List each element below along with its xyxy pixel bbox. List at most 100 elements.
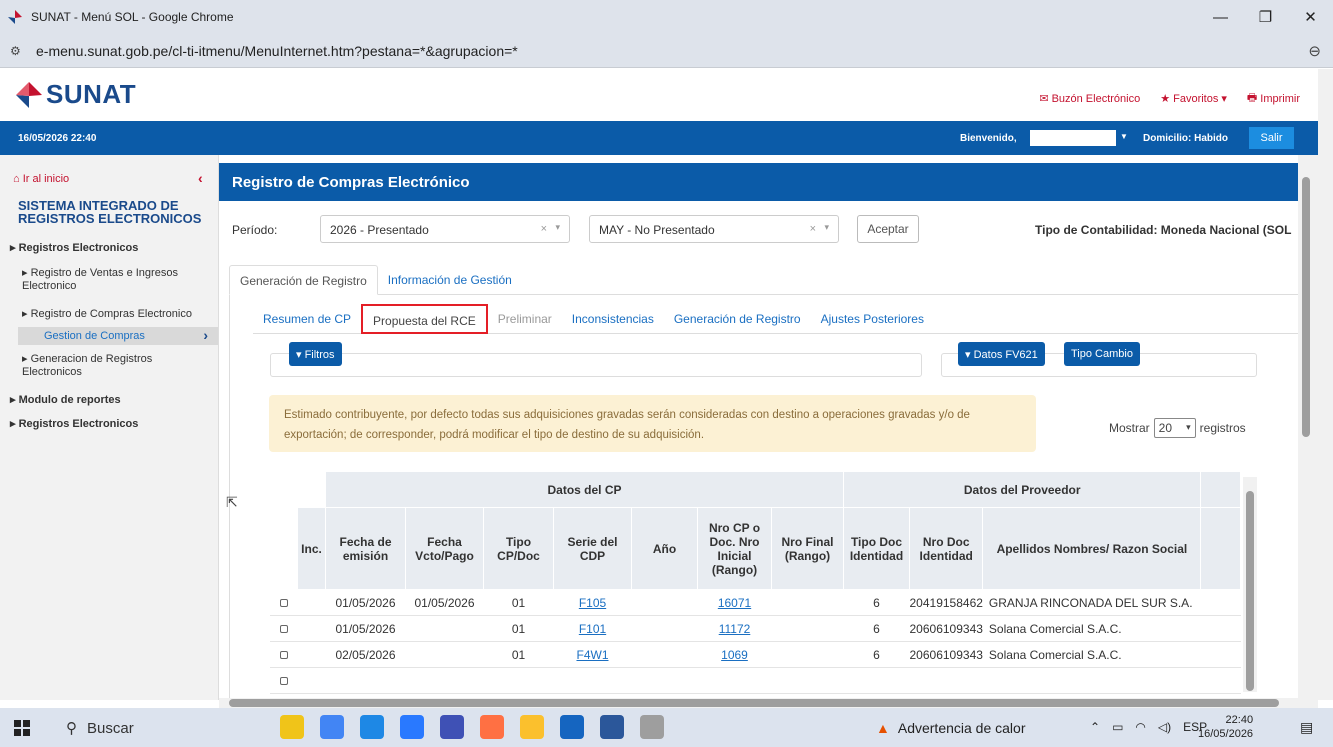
row-checkbox[interactable]	[269, 641, 298, 668]
sidebar-item-gestion-compras[interactable]: Gestion de Compras ›	[18, 327, 218, 345]
favoritos-link[interactable]: ★ Favoritos ▾	[1160, 89, 1227, 108]
notifications-icon[interactable]: ▤	[1300, 719, 1313, 736]
checkbox-icon[interactable]	[279, 676, 288, 685]
copilot-icon[interactable]	[280, 715, 304, 739]
tipo-cambio-button[interactable]: Tipo Cambio	[1064, 342, 1140, 366]
col-nro-cp[interactable]: Nro CP o Doc. Nro Inicial (Rango)	[697, 507, 772, 590]
paint-icon[interactable]	[640, 715, 664, 739]
chevron-down-icon[interactable]: ▾	[824, 222, 829, 233]
vscode-icon[interactable]	[400, 715, 424, 739]
restore-button[interactable]: ❐	[1243, 0, 1288, 34]
sidebar-item-registros[interactable]: ▸ Registros Electronicos	[10, 241, 138, 254]
tab-resumen-cp[interactable]: Resumen de CP	[253, 304, 361, 334]
col-tipo-cp[interactable]: Tipo CP/Doc	[483, 507, 554, 590]
collapse-sidebar-icon[interactable]: ‹	[198, 170, 203, 186]
sidebar-item-compras[interactable]: ▸ Registro de Compras Electronico	[22, 307, 192, 320]
site-settings-icon[interactable]: ⚙	[10, 44, 30, 58]
cell-nro-cp-link[interactable]: 1069	[697, 641, 772, 668]
col-nro-final[interactable]: Nro Final (Rango)	[771, 507, 844, 590]
chevron-up-icon[interactable]: ⌃	[1090, 720, 1100, 734]
tab-generacion-registro-sub[interactable]: Generación de Registro	[664, 304, 811, 334]
scrollbar-thumb[interactable]	[1246, 491, 1254, 691]
sunat-logo[interactable]: SUNAT	[14, 79, 136, 110]
tab-inconsistencias[interactable]: Inconsistencias	[562, 304, 664, 334]
wifi-icon[interactable]: ◠	[1135, 720, 1145, 734]
logout-button[interactable]: Salir	[1249, 127, 1294, 149]
windows-start-icon[interactable]	[14, 720, 30, 736]
file-explorer-icon[interactable]	[360, 715, 384, 739]
url-text[interactable]: e-menu.sunat.gob.pe/cl-ti-itmenu/MenuInt…	[36, 43, 518, 59]
col-fecha-vcto[interactable]: Fecha Vcto/Pago	[405, 507, 484, 590]
home-link[interactable]: ⌂ Ir al inicio	[13, 173, 69, 185]
tab-preliminar[interactable]: Preliminar	[488, 304, 562, 334]
checkbox-icon[interactable]	[279, 598, 288, 607]
sticky-notes-icon[interactable]	[520, 715, 544, 739]
minimize-button[interactable]: —	[1198, 0, 1243, 34]
sidebar-item-reportes[interactable]: ▸ Modulo de reportes	[10, 393, 121, 406]
heat-warning[interactable]: ▲ Advertencia de calor	[876, 720, 1026, 736]
buzon-link[interactable]: ✉ Buzón Electrónico	[1039, 89, 1140, 108]
month-select[interactable]: MAY - No Presentado × ▾	[589, 215, 839, 243]
cell-serie-link[interactable]: F4W1	[553, 641, 632, 668]
close-button[interactable]: ✕	[1288, 0, 1333, 34]
table-vertical-scrollbar[interactable]	[1243, 477, 1257, 692]
page-size-select[interactable]: 20 ▾	[1153, 418, 1196, 438]
table-row[interactable]: 01/05/2026 01 F101 11172 6 20606109343 S…	[269, 615, 1241, 642]
address-bar[interactable]: ⚙ e-menu.sunat.gob.pe/cl-ti-itmenu/MenuI…	[0, 34, 1333, 68]
table-row[interactable]	[269, 667, 1241, 694]
filtros-button[interactable]: ▾ Filtros	[289, 342, 342, 366]
col-razon-social[interactable]: Apellidos Nombres/ Razon Social	[982, 507, 1202, 590]
chrome-icon[interactable]	[320, 715, 344, 739]
user-menu-caret-icon[interactable]: ▼	[1120, 132, 1128, 141]
content-vertical-scrollbar[interactable]	[1298, 155, 1318, 700]
volume-icon[interactable]: ◁)	[1158, 720, 1171, 734]
table-row[interactable]: 01/05/2026 01/05/2026 01 F105 16071 6 20…	[269, 589, 1241, 616]
horizontal-scrollbar[interactable]	[219, 698, 1318, 708]
row-checkbox[interactable]	[269, 667, 298, 694]
cell-fecha-emision: 01/05/2026	[325, 615, 406, 642]
imprimir-link[interactable]: 🖶 Imprimir	[1247, 89, 1300, 108]
checkbox-icon[interactable]	[279, 650, 288, 659]
tab-generacion-registro[interactable]: Generación de Registro	[229, 265, 378, 295]
tab-propuesta-rce[interactable]: Propuesta del RCE	[361, 304, 488, 334]
taskbar-clock[interactable]: 22:40 16/05/2026	[1198, 713, 1253, 741]
user-name-redacted[interactable]	[1030, 130, 1116, 146]
datos-fv621-button[interactable]: ▾ Datos FV621	[958, 342, 1045, 366]
taskbar-search[interactable]: ⚲ Buscar	[66, 719, 134, 738]
table-row[interactable]: 02/05/2026 01 F4W1 1069 6 20606109343 So…	[269, 641, 1241, 668]
checkbox-icon[interactable]	[279, 624, 288, 633]
col-serie[interactable]: Serie del CDP	[553, 507, 632, 590]
cell-serie-link[interactable]: F101	[553, 615, 632, 642]
col-inc[interactable]: Inc.	[297, 507, 326, 590]
col-tipo-doc[interactable]: Tipo Doc Identidad	[843, 507, 910, 590]
col-anio[interactable]: Año	[631, 507, 698, 590]
col-nro-doc[interactable]: Nro Doc Identidad	[908, 507, 984, 590]
zoom-icon[interactable]: ⊖	[1308, 42, 1321, 60]
page-vertical-scrollbar[interactable]	[1318, 69, 1333, 700]
aceptar-button[interactable]: Aceptar	[857, 215, 919, 243]
scrollbar-thumb[interactable]	[229, 699, 1279, 707]
tab-ajustes-posteriores[interactable]: Ajustes Posteriores	[811, 304, 934, 334]
app-icon[interactable]	[440, 715, 464, 739]
scrollbar-thumb[interactable]	[1302, 177, 1310, 437]
cell-fecha-emision: 02/05/2026	[325, 641, 406, 668]
row-checkbox[interactable]	[269, 589, 298, 616]
tab-informacion-gestion[interactable]: Información de Gestión	[378, 265, 522, 295]
cell-nro-cp-link[interactable]: 16071	[697, 589, 772, 616]
cell-nro-cp-link[interactable]: 11172	[697, 615, 772, 642]
clear-icon[interactable]: ×	[541, 223, 547, 235]
word-icon[interactable]	[600, 715, 624, 739]
app-icon[interactable]	[560, 715, 584, 739]
firefox-icon[interactable]	[480, 715, 504, 739]
network-icon[interactable]: ▭	[1112, 720, 1123, 734]
chevron-down-icon[interactable]: ▾	[555, 222, 560, 233]
sidebar-item-generacion[interactable]: ▸ Generacion de Registros Electronicos	[22, 353, 152, 379]
clear-icon[interactable]: ×	[810, 223, 816, 235]
cell-serie-link[interactable]: F105	[553, 589, 632, 616]
cell-tipo-cp: 01	[483, 641, 554, 668]
col-fecha-emision[interactable]: Fecha de emisión	[325, 507, 406, 590]
sidebar-item-ventas[interactable]: ▸ Registro de Ventas e Ingresos Electron…	[22, 267, 178, 293]
year-select[interactable]: 2026 - Presentado × ▾	[320, 215, 570, 243]
sidebar-item-registros-2[interactable]: ▸ Registros Electronicos	[10, 417, 138, 430]
row-checkbox[interactable]	[269, 615, 298, 642]
